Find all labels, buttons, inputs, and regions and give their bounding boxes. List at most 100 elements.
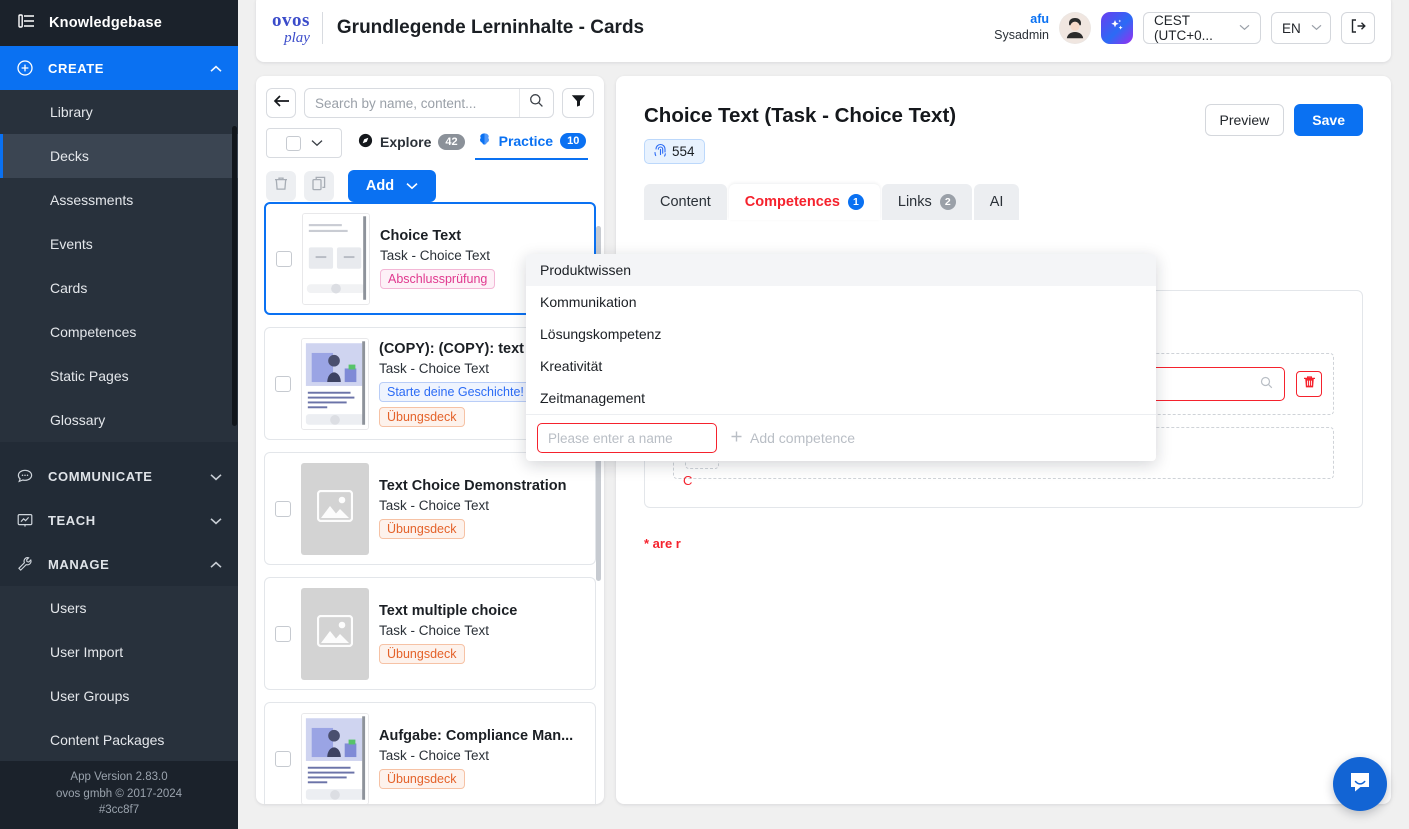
- chevron-down-icon: [311, 134, 323, 152]
- sidebar-item-content-packages[interactable]: Content Packages: [0, 718, 238, 762]
- search-input[interactable]: [305, 89, 519, 117]
- select-all-checkbox[interactable]: [285, 135, 301, 151]
- sidebar-item-label: Cards: [50, 280, 88, 296]
- chevron-down-icon: [406, 178, 418, 194]
- tab-links[interactable]: Links 2: [881, 184, 972, 220]
- card-checkbox[interactable]: [275, 500, 291, 517]
- tab-links-label: Links: [897, 194, 932, 210]
- card-thumbnail-placeholder: [301, 587, 369, 680]
- list-item[interactable]: Aufgabe: Compliance Man... Task - Choice…: [264, 702, 596, 804]
- list-item[interactable]: Text Choice Demonstration Task - Choice …: [264, 452, 596, 565]
- select-all-dropdown[interactable]: [266, 128, 342, 158]
- filter-icon: [571, 94, 586, 112]
- tab-ai-label: AI: [989, 194, 1004, 210]
- timezone-value: CEST (UTC+0...: [1154, 13, 1213, 43]
- card-checkbox[interactable]: [275, 375, 291, 392]
- copy-selected-button[interactable]: [304, 171, 334, 201]
- language-select[interactable]: EN: [1271, 12, 1331, 44]
- card-title: Text Choice Demonstration: [379, 478, 567, 494]
- chevron-down-icon: [1311, 22, 1322, 34]
- user-info[interactable]: afu Sysadmin: [994, 12, 1049, 43]
- sidebar-item-users[interactable]: Users: [0, 586, 238, 630]
- sidebar-item-decks[interactable]: Decks: [0, 134, 238, 178]
- dropdown-option[interactable]: Lösungskompetenz: [526, 318, 1156, 350]
- image-placeholder-icon: [316, 614, 354, 652]
- card-subtitle: Task - Choice Text: [379, 498, 490, 513]
- card-text: Aufgabe: Compliance Man... Task - Choice…: [379, 728, 585, 789]
- delete-selected-button[interactable]: [266, 171, 296, 201]
- tab-explore[interactable]: Explore 42: [356, 128, 467, 160]
- tab-ai[interactable]: AI: [973, 184, 1020, 220]
- ovos-play-logo: ovos play: [272, 11, 322, 46]
- filter-button[interactable]: [562, 88, 594, 118]
- sidebar-item-label: Users: [50, 600, 87, 616]
- sidebar-item-user-import[interactable]: User Import: [0, 630, 238, 674]
- list-item[interactable]: Text multiple choice Task - Choice Text …: [264, 577, 596, 690]
- dropdown-option-label: Kreativität: [540, 358, 603, 374]
- dropdown-option[interactable]: Kommunikation: [526, 286, 1156, 318]
- sidebar-section-label: COMMUNICATE: [48, 468, 153, 484]
- sidebar-item-user-groups[interactable]: User Groups: [0, 674, 238, 718]
- sidebar-item-events[interactable]: Events: [0, 222, 238, 266]
- sidebar-scrollbar[interactable]: [232, 126, 237, 426]
- preview-button[interactable]: Preview: [1204, 104, 1285, 136]
- dropdown-option[interactable]: Produktwissen: [526, 254, 1156, 286]
- add-button[interactable]: Add: [348, 170, 436, 202]
- sidebar-item-glossary[interactable]: Glossary: [0, 398, 238, 442]
- card-id-badge: 554: [644, 139, 705, 164]
- card-checkbox[interactable]: [275, 625, 291, 642]
- save-button[interactable]: Save: [1294, 104, 1363, 136]
- tab-content[interactable]: Content: [644, 184, 727, 220]
- intercom-chat-button[interactable]: [1333, 757, 1387, 811]
- sidebar-item-static-pages[interactable]: Static Pages: [0, 354, 238, 398]
- dropdown-footer: Add competence: [526, 414, 1156, 461]
- delete-competence-button[interactable]: [1296, 371, 1322, 397]
- avatar[interactable]: [1059, 12, 1091, 44]
- sidebar-section-manage[interactable]: MANAGE: [0, 542, 238, 586]
- card-subtitle: Task - Choice Text: [379, 623, 490, 638]
- sidebar-section-label: MANAGE: [48, 556, 110, 572]
- status-badge: Übungsdeck: [379, 769, 465, 789]
- sidebar-item-assessments[interactable]: Assessments: [0, 178, 238, 222]
- list-actions-row: Add: [266, 170, 594, 202]
- trash-icon: [274, 176, 288, 196]
- card-checkbox[interactable]: [276, 250, 292, 267]
- sidebar-section-create[interactable]: CREATE: [0, 46, 238, 90]
- logout-button[interactable]: [1341, 12, 1375, 44]
- card-tags: Übungsdeck: [379, 644, 585, 664]
- timezone-select[interactable]: CEST (UTC+0...: [1143, 12, 1261, 44]
- card-tags: Übungsdeck: [379, 769, 585, 789]
- tab-explore-count: 42: [438, 134, 465, 150]
- add-competence-button[interactable]: Add competence: [730, 430, 855, 446]
- card-checkbox[interactable]: [275, 750, 291, 767]
- sidebar-item-library[interactable]: Library: [0, 90, 238, 134]
- sidebar-section-label: TEACH: [48, 512, 96, 528]
- sidebar-item-label: User Groups: [50, 688, 130, 704]
- tab-practice[interactable]: Practice 10: [474, 128, 589, 160]
- search-button[interactable]: [519, 89, 553, 117]
- knowledgebase-title: Knowledgebase: [49, 15, 162, 31]
- build-hash: #3cc8f7: [98, 804, 140, 817]
- ai-assistant-button[interactable]: [1101, 12, 1133, 44]
- sidebar-item-competences[interactable]: Competences: [0, 310, 238, 354]
- menu-list-icon: [18, 13, 35, 33]
- knowledgebase-header[interactable]: Knowledgebase: [0, 0, 238, 46]
- card-title: Aufgabe: Compliance Man...: [379, 728, 574, 744]
- tab-practice-count: 10: [560, 133, 587, 149]
- sidebar-section-teach[interactable]: TEACH: [0, 498, 238, 542]
- sidebar-section-communicate[interactable]: COMMUNICATE: [0, 454, 238, 498]
- sidebar-item-cards[interactable]: Cards: [0, 266, 238, 310]
- app-version: App Version 2.83.0: [70, 770, 168, 783]
- dropdown-option[interactable]: Zeitmanagement: [526, 382, 1156, 414]
- detail-title-block: Choice Text (Task - Choice Text) 554: [644, 104, 956, 164]
- sidebar-item-label: Assessments: [50, 192, 134, 208]
- dropdown-option[interactable]: Kreativität: [526, 350, 1156, 382]
- tab-competences[interactable]: Competences 1: [728, 184, 880, 220]
- status-badge: Abschlussprüfung: [380, 269, 496, 289]
- search-icon: [529, 93, 544, 113]
- new-competence-name-input[interactable]: [537, 423, 717, 453]
- fingerprint-icon: [654, 143, 667, 160]
- back-button[interactable]: [266, 88, 296, 118]
- main-area: ovos play Grundlegende Lerninhalte - Car…: [238, 0, 1409, 829]
- chat-bubble-icon: [1347, 769, 1373, 800]
